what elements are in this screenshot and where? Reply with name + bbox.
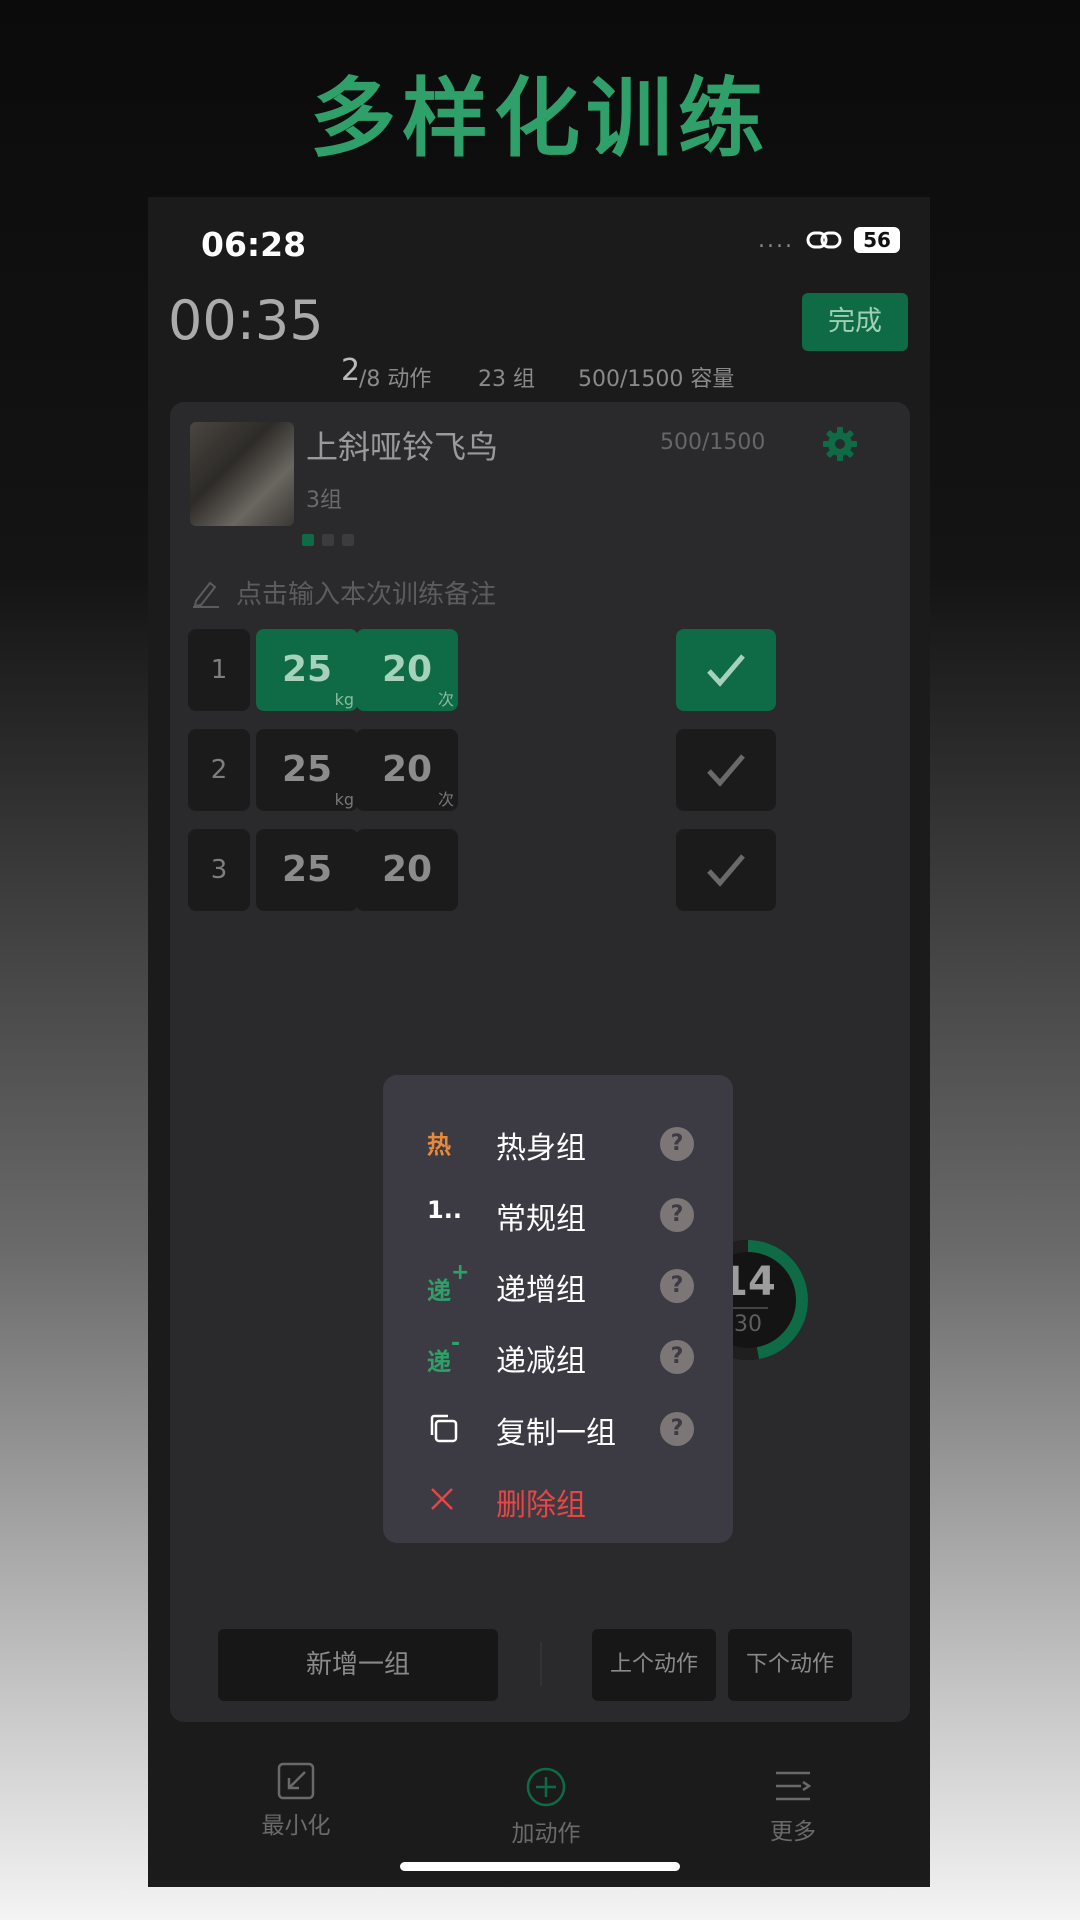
minimize-icon	[277, 1762, 315, 1800]
menu-item-delete-set[interactable]: 删除组	[383, 1470, 733, 1530]
set-index[interactable]: 3	[188, 829, 250, 911]
check-icon	[707, 654, 745, 687]
next-exercise-button[interactable]: 下个动作	[728, 1629, 852, 1701]
reps-input[interactable]: 20 次	[356, 729, 458, 811]
note-input[interactable]: 点击输入本次训练备注	[190, 574, 496, 611]
menu-item-descending-set[interactable]: 递- 递减组 ?	[383, 1326, 733, 1386]
weight-input[interactable]: 25 kg	[256, 629, 358, 711]
phone-screen: 06:28 .... 56 00:35 完成 2 /8 动作 23 组 500/…	[148, 197, 930, 1887]
descending-icon-glyph: 递	[427, 1348, 451, 1376]
pager-dot	[302, 534, 314, 546]
button-divider	[540, 1642, 542, 1686]
workout-timer: 00:35	[168, 289, 324, 352]
tab-more[interactable]: 更多	[693, 1766, 893, 1846]
page-headline: 多样化训练	[310, 69, 770, 169]
menu-item-normal-set[interactable]: 1.. 常规组 ?	[383, 1184, 733, 1244]
menu-item-label: 递增组	[496, 1273, 586, 1308]
reps-unit: 次	[437, 790, 454, 809]
warmup-icon: 热	[427, 1131, 451, 1159]
reps-value: 20	[381, 749, 433, 790]
status-bar-icons: .... 56	[758, 227, 900, 253]
tab-label: 最小化	[261, 1813, 331, 1839]
check-icon	[707, 754, 745, 787]
battery-icon: 56	[854, 227, 900, 253]
exercise-thumbnail[interactable]	[190, 422, 294, 526]
descending-set-icon: 递-	[427, 1331, 460, 1377]
exercise-total: /8 动作	[359, 367, 432, 392]
weight-unit: kg	[334, 790, 354, 809]
complete-set-button[interactable]	[676, 629, 776, 711]
menu-item-label: 删除组	[496, 1488, 586, 1523]
complete-set-button[interactable]	[676, 729, 776, 811]
finish-button[interactable]: 完成	[802, 293, 908, 351]
ascending-icon-glyph: 递	[427, 1277, 451, 1305]
ascending-set-icon: 递+	[427, 1260, 469, 1306]
help-icon[interactable]: ?	[660, 1412, 694, 1446]
tab-label: 加动作	[511, 1821, 581, 1847]
menu-item-ascending-set[interactable]: 递+ 递增组 ?	[383, 1255, 733, 1315]
menu-item-label: 递减组	[496, 1344, 586, 1379]
add-set-button[interactable]: 新增一组	[218, 1629, 498, 1701]
pager-dot	[342, 534, 354, 546]
weight-unit: kg	[334, 690, 354, 709]
note-placeholder: 点击输入本次训练备注	[236, 580, 497, 610]
pager-dot	[322, 534, 334, 546]
home-indicator[interactable]	[400, 1862, 680, 1871]
gear-icon[interactable]	[820, 424, 860, 464]
workout-summary: 2 /8 动作 23 组 500/1500 容量	[148, 353, 930, 393]
plus-badge: +	[451, 1260, 470, 1285]
reps-input[interactable]: 20 次	[356, 629, 458, 711]
signal-icon: ....	[758, 227, 794, 253]
weight-input[interactable]: 25 kg	[256, 729, 358, 811]
menu-item-label: 热身组	[496, 1131, 586, 1166]
tab-minimize[interactable]: 最小化	[196, 1762, 396, 1840]
exercise-pager	[302, 534, 354, 546]
normal-set-icon: 1..	[427, 1196, 462, 1224]
weight-value: 25	[281, 749, 333, 790]
weight-value: 25	[281, 849, 333, 890]
weight-input[interactable]: 25	[256, 829, 358, 911]
close-icon	[431, 1488, 453, 1510]
tab-add-exercise[interactable]: 加动作	[446, 1766, 646, 1848]
check-icon	[707, 854, 745, 887]
help-icon[interactable]: ?	[660, 1269, 694, 1303]
menu-item-warmup-set[interactable]: 热 热身组 ?	[383, 1113, 733, 1173]
total-volume: 500/1500 容量	[578, 367, 735, 392]
menu-item-label: 复制一组	[496, 1416, 616, 1451]
tab-label: 更多	[770, 1819, 816, 1845]
exercise-set-count: 3组	[306, 488, 342, 513]
help-icon[interactable]: ?	[660, 1127, 694, 1161]
minus-badge: -	[451, 1331, 461, 1356]
complete-set-button[interactable]	[676, 829, 776, 911]
reps-value: 20	[381, 849, 433, 890]
help-icon[interactable]: ?	[660, 1198, 694, 1232]
pencil-icon	[193, 581, 219, 608]
set-type-menu: 热 热身组 ? 1.. 常规组 ? 递+ 递增组 ? 递- 递减组 ? 复制一组…	[383, 1075, 733, 1543]
total-sets: 23 组	[478, 367, 535, 392]
status-time: 06:28	[201, 225, 307, 264]
exercise-index: 2	[341, 353, 361, 388]
rest-divider	[728, 1307, 768, 1309]
set-index[interactable]: 1	[188, 629, 250, 711]
menu-item-label: 常规组	[496, 1202, 586, 1237]
reps-input[interactable]: 20	[356, 829, 458, 911]
prev-exercise-button[interactable]: 上个动作	[592, 1629, 716, 1701]
reps-value: 20	[381, 649, 433, 690]
menu-item-copy-set[interactable]: 复制一组 ?	[383, 1398, 733, 1458]
copy-icon	[430, 1414, 458, 1443]
reps-unit: 次	[437, 690, 454, 709]
more-menu-icon	[776, 1771, 812, 1801]
exercise-name[interactable]: 上斜哑铃飞鸟	[306, 422, 498, 468]
help-icon[interactable]: ?	[660, 1340, 694, 1374]
exercise-volume: 500/1500	[660, 430, 766, 455]
link-icon	[806, 231, 842, 249]
weight-value: 25	[281, 649, 333, 690]
set-index[interactable]: 2	[188, 729, 250, 811]
add-circle-icon	[526, 1767, 566, 1807]
